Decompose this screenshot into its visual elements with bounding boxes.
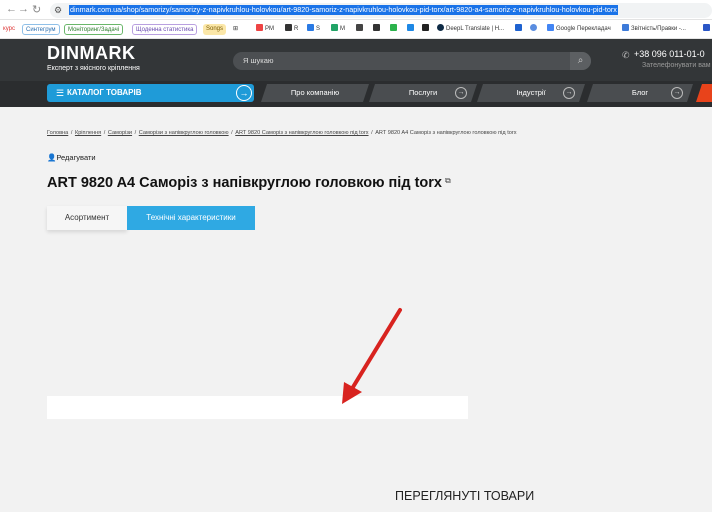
search-placeholder: Я шукаю (243, 56, 274, 65)
breadcrumb-separator: / (369, 130, 375, 136)
nav-industries[interactable]: Індустрії → (477, 84, 585, 102)
deepl-icon (437, 24, 444, 31)
phone-icon: ✆ (622, 50, 630, 60)
nav-blog[interactable]: Блог → (587, 84, 693, 102)
logo-tagline: Експерт з якісного кріплення (47, 65, 140, 72)
bookmark-r[interactable]: R (285, 24, 298, 35)
breadcrumb-separator: / (133, 130, 138, 136)
back-icon[interactable]: ← (6, 3, 17, 15)
s-icon (307, 24, 314, 31)
app-icon (390, 24, 397, 31)
address-bar[interactable]: ⚙ dinmark.com.ua/shop/samorizy/samorizy-… (50, 3, 712, 18)
app-icon (407, 24, 414, 31)
bookmark-m[interactable]: M (331, 24, 345, 35)
bookmark-songs[interactable]: Songs (203, 24, 227, 35)
page-title: ART 9820 A4 Саморіз з напівкруглою голов… (47, 175, 451, 191)
bookmark-pm[interactable]: PM (256, 24, 274, 35)
nav-extra-button[interactable] (696, 84, 712, 102)
breadcrumb: Головна / Кріплення / Саморізи / Саморіз… (47, 130, 517, 136)
browser-toolbar: ← → ↻ ⚙ dinmark.com.ua/shop/samorizy/sam… (0, 0, 712, 20)
nav-services-label: Послуги (408, 88, 438, 97)
bookmark-icon-8[interactable] (703, 24, 712, 35)
app-icon (422, 24, 429, 31)
page-title-text: ART 9820 A4 Саморіз з напівкруглою голов… (47, 175, 442, 191)
edit-label: Редагувати (56, 153, 96, 162)
menu-icon: ☰ (56, 88, 65, 98)
forward-icon[interactable]: → (18, 3, 29, 15)
google-translate-icon (547, 24, 554, 31)
bookmark-kurs[interactable]: курс (0, 24, 18, 35)
bookmark-icon-1[interactable] (356, 24, 365, 35)
tab-specifications[interactable]: Технічні характеристики (127, 206, 255, 230)
bookmark-icon-6[interactable] (515, 24, 524, 35)
nav-services[interactable]: Послуги → (369, 84, 477, 102)
app-icon (515, 24, 522, 31)
m-icon (331, 24, 338, 31)
bookmark-syntegrum[interactable]: Синтегрум (22, 24, 60, 35)
app-icon (530, 24, 537, 31)
nav-about-label: Про компанію (290, 88, 340, 97)
catalog-button[interactable]: ☰ КАТАЛОГ ТОВАРІВ → (47, 84, 254, 102)
apps-grid-icon[interactable]: ⊞ (233, 24, 238, 35)
bookmark-google-translate[interactable]: Google Перекладач (547, 24, 611, 35)
arrow-right-icon: → (563, 87, 575, 99)
bookmark-icon-5[interactable] (422, 24, 431, 35)
pm-icon (256, 24, 263, 31)
breadcrumb-separator: / (69, 130, 74, 136)
phone-number[interactable]: +38 096 011-01-0 (634, 49, 705, 59)
arrow-right-icon: → (671, 87, 683, 99)
breadcrumb-screws[interactable]: Саморізи (108, 130, 132, 136)
bookmark-icon-2[interactable] (373, 24, 382, 35)
bookmark-reports[interactable]: Звітність/Правки -... (622, 24, 686, 35)
breadcrumb-fasteners[interactable]: Кріплення (75, 130, 101, 136)
bookmark-icon-3[interactable] (390, 24, 399, 35)
bookmark-daily-stats[interactable]: Щоденна статистика (132, 24, 198, 35)
breadcrumb-home[interactable]: Головна (47, 130, 68, 136)
app-icon (356, 24, 363, 31)
bookmarks-bar: курс Синтегрум Моніторинг/Задачі Щоденна… (0, 20, 712, 39)
nav-about[interactable]: Про компанію (261, 84, 369, 102)
copy-icon[interactable]: ⧉ (445, 176, 451, 186)
app-icon (703, 24, 710, 31)
red-arrow-annotation (342, 308, 402, 404)
tab-assortment[interactable]: Асортимент (47, 206, 127, 230)
app-icon (373, 24, 380, 31)
breadcrumb-current: ART 9820 A4 Саморіз з напівкруглою голов… (375, 130, 517, 136)
site-info-icon[interactable]: ⚙ (54, 5, 64, 15)
site-nav: ☰ КАТАЛОГ ТОВАРІВ → Про компанію Послуги… (0, 81, 712, 107)
bookmark-monitoring[interactable]: Моніторинг/Задачі (64, 24, 124, 35)
doc-icon (622, 24, 629, 31)
breadcrumb-separator: / (229, 130, 235, 136)
r-icon (285, 24, 292, 31)
user-edit-icon: 👤 (47, 153, 57, 162)
nav-industries-label: Індустрії (516, 88, 546, 97)
breadcrumb-round-head-screws[interactable]: Саморізи з напівкруглою головкою (139, 130, 229, 136)
callback-link[interactable]: Зателефонувати вам (642, 62, 711, 69)
breadcrumb-separator: / (102, 130, 107, 136)
bookmark-deepl[interactable]: DeepL Translate | Н... (437, 24, 504, 35)
arrow-right-icon: → (455, 87, 467, 99)
bookmark-s[interactable]: S (307, 24, 320, 35)
bookmark-icon-7[interactable] (530, 24, 539, 35)
site-header: DINMARK Експерт з якісного кріплення Я ш… (0, 39, 712, 81)
nav-blog-label: Блог (631, 88, 649, 97)
site-logo[interactable]: DINMARK (47, 43, 136, 64)
search-input[interactable]: Я шукаю ⌕ (233, 52, 591, 70)
search-icon[interactable]: ⌕ (570, 52, 591, 70)
catalog-label: КАТАЛОГ ТОВАРІВ (67, 88, 142, 97)
edit-link[interactable]: 👤Редагувати (47, 153, 96, 162)
url-text[interactable]: dinmark.com.ua/shop/samorizy/samorizy-z-… (69, 5, 618, 15)
breadcrumb-art-9820[interactable]: ART 9820 Саморіз з напівкруглою головкою… (235, 130, 368, 136)
viewed-products-title: ПЕРЕГЛЯНУТІ ТОВАРИ (395, 489, 535, 503)
arrow-right-icon: → (236, 85, 252, 101)
bookmark-icon-4[interactable] (407, 24, 416, 35)
reload-icon[interactable]: ↻ (32, 3, 41, 16)
